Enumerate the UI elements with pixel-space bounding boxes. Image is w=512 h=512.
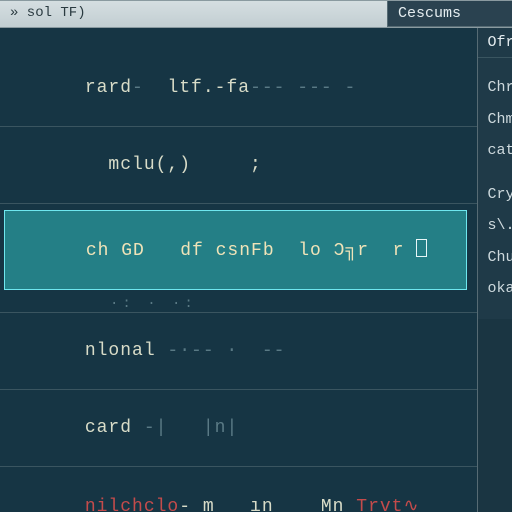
token: mclu(,) (85, 155, 191, 175)
token: nlonal (85, 341, 156, 361)
inline-dots: ·: · ·: (0, 296, 477, 312)
sidebar-item-0[interactable]: Chromgead (488, 72, 512, 104)
token: nilchclo (85, 497, 179, 512)
header-row: » sol TF) Cescums (0, 1, 512, 28)
code-line-5[interactable]: nilchclo- m ın Mn Trvt∿ (0, 467, 477, 512)
sidebar-item-3[interactable]: Crywcugita (488, 179, 512, 211)
token: ltf.-fa (167, 78, 250, 98)
dash: - (132, 78, 167, 98)
header-right-label: Cescums (388, 1, 512, 27)
sidebar-panel: Chromgead Chmod cats Crywcugita s\.the C… (478, 58, 512, 319)
subheader-right: Oframes (478, 28, 512, 58)
sidebar-item-6[interactable]: okach (488, 273, 512, 305)
token: -| |n| (144, 418, 238, 438)
token: - m ın Mn (179, 497, 356, 512)
code-line-1[interactable]: rard- ltf.-fa--- --- - (0, 50, 477, 127)
code-editor[interactable]: rard- ltf.-fa--- --- - mclu(,) ; ch GD d… (0, 28, 478, 512)
token: card (85, 418, 132, 438)
code-line-2[interactable]: mclu(,) ; (0, 127, 477, 204)
token: Trvt∿ (356, 497, 419, 512)
sidebar-item-5[interactable]: Chunecle (488, 242, 512, 274)
dash-tail: --- --- - (250, 78, 356, 98)
code-line-3[interactable]: nlonal -·-- · -- (0, 312, 477, 390)
cursor-icon (416, 239, 427, 257)
selected-line[interactable]: ch GD df csnFb lo Ɔ╗r r (4, 210, 467, 290)
right-column: Oframes Chromgead Chmod cats Crywcugita … (478, 28, 512, 512)
token: rard (85, 78, 132, 98)
sidebar-item-4[interactable]: s\.the (488, 210, 512, 242)
token: ; (191, 155, 262, 175)
header-left-label: » sol TF) (0, 1, 388, 27)
dash-tail: -·-- · -- (156, 341, 286, 361)
sidebar-item-1[interactable]: Chmod (488, 104, 512, 136)
main-area: rard- ltf.-fa--- --- - mclu(,) ; ch GD d… (0, 28, 512, 512)
token: ch GD df csnFb lo Ɔ╗r r (86, 241, 405, 261)
sidebar-item-2[interactable]: cats (488, 135, 512, 167)
code-line-4[interactable]: card -| |n| (0, 390, 477, 467)
